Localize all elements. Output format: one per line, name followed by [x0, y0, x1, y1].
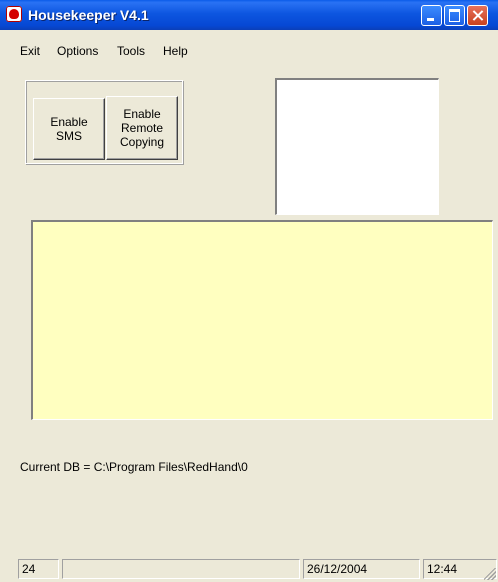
- enable-sms-label-line2: SMS: [55, 129, 82, 143]
- title-bar[interactable]: Housekeeper V4.1: [0, 0, 498, 30]
- maximize-button[interactable]: [444, 5, 465, 26]
- enable-remote-copying-label-line3: Copying: [119, 135, 165, 149]
- log-text-area[interactable]: [31, 220, 493, 420]
- status-count: 24: [18, 559, 59, 579]
- current-db-label: Current DB = C:\Program Files\RedHand\0: [20, 460, 248, 474]
- enable-remote-copying-label-line2: Remote: [120, 121, 164, 135]
- menu-options[interactable]: Options: [57, 41, 98, 61]
- main-window: Housekeeper V4.1 Exit Options Tools Help…: [0, 0, 498, 582]
- image-preview-panel: [275, 78, 439, 215]
- enable-sms-label-line1: Enable: [50, 115, 88, 129]
- window-title: Housekeeper V4.1: [28, 7, 149, 23]
- menu-tools[interactable]: Tools: [117, 41, 145, 61]
- enable-remote-copying-label-line1: Enable: [123, 107, 161, 121]
- enable-sms-button[interactable]: Enable SMS: [33, 98, 105, 160]
- status-bar: 24 26/12/2004 12:44: [0, 556, 498, 582]
- resize-grip-icon[interactable]: [484, 568, 496, 580]
- enable-remote-copying-button[interactable]: Enable Remote Copying: [106, 96, 178, 160]
- redhand-app-icon[interactable]: [6, 6, 22, 22]
- menu-bar: Exit Options Tools Help: [0, 41, 498, 61]
- menu-exit[interactable]: Exit: [20, 41, 40, 61]
- close-button[interactable]: [467, 5, 488, 26]
- minimize-button[interactable]: [421, 5, 442, 26]
- menu-help[interactable]: Help: [163, 41, 188, 61]
- status-message: [62, 559, 300, 579]
- status-date: 26/12/2004: [303, 559, 420, 579]
